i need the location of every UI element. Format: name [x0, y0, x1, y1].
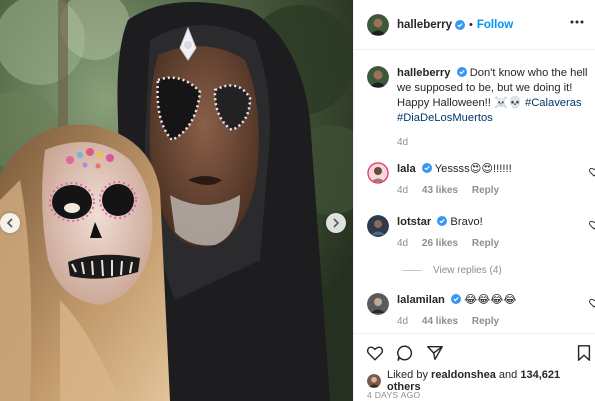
comment-icon[interactable]	[396, 344, 414, 362]
more-options-icon[interactable]	[570, 20, 584, 24]
post-actions-bar: Liked by realdonshea and 134,621 others …	[354, 333, 595, 401]
comment-text: 😂😂😂😂	[464, 294, 517, 306]
heart-icon[interactable]	[589, 167, 595, 177]
comment-likes[interactable]: 44 likes	[422, 316, 458, 327]
header-separator: •	[468, 18, 473, 31]
heart-icon[interactable]	[589, 298, 595, 308]
comment-age: 4d	[397, 185, 409, 196]
verified-badge-icon	[451, 294, 461, 304]
share-icon[interactable]	[426, 344, 444, 362]
post-photo	[0, 0, 353, 401]
view-replies-label: View replies (4)	[433, 265, 502, 276]
caption-username[interactable]: halleberry	[397, 67, 450, 79]
verified-badge-icon	[437, 216, 448, 226]
heart-icon[interactable]	[589, 220, 595, 230]
comment-reply-button[interactable]: Reply	[472, 316, 499, 327]
post-details-panel: halleberry • Follow halleberry Don't kno…	[353, 0, 595, 401]
liked-by-user[interactable]: realdonshea	[431, 369, 496, 381]
heart-icon[interactable]	[366, 344, 384, 362]
comment-text: Bravo!	[450, 216, 483, 228]
comment-age: 4d	[397, 238, 409, 249]
author-avatar[interactable]	[367, 13, 389, 36]
post-header: halleberry • Follow	[354, 0, 595, 50]
post-caption: halleberry Don't know who the hell we su…	[367, 66, 589, 150]
replies-divider	[402, 270, 422, 271]
comment-likes[interactable]: 26 likes	[422, 238, 458, 249]
halloween-photo-illustration	[0, 0, 353, 401]
comment-username[interactable]: lala	[397, 163, 416, 175]
hashtag-link[interactable]: #DiaDeLosMuertos	[397, 112, 493, 124]
previous-photo-button[interactable]	[0, 213, 20, 233]
caption-text-block: halleberry Don't know who the hell we su…	[397, 66, 589, 150]
comment-username[interactable]: lalamilan	[397, 294, 445, 306]
bookmark-icon[interactable]	[575, 344, 593, 362]
chevron-right-icon	[333, 218, 340, 228]
post-date: 4 DAYS AGO	[367, 390, 421, 400]
commenter-avatar[interactable]	[367, 162, 389, 184]
comment-item: lala Yessss😍😍!!!!!! 4d 43 likes Reply	[367, 162, 595, 196]
verified-badge-icon	[456, 67, 467, 77]
commenter-avatar[interactable]	[367, 293, 389, 315]
caption-age: 4d	[397, 137, 409, 148]
follow-button[interactable]: Follow	[477, 19, 513, 31]
liked-by-prefix: Liked by	[387, 369, 428, 381]
comment-likes[interactable]: 43 likes	[422, 185, 458, 196]
hashtag-link[interactable]: #Calaveras	[525, 97, 582, 109]
chevron-left-icon	[6, 218, 13, 228]
verified-badge-icon	[421, 163, 432, 173]
commenter-avatar[interactable]	[367, 215, 389, 237]
liker-avatar[interactable]	[367, 374, 381, 388]
comment-username[interactable]: lotstar	[397, 216, 431, 228]
view-replies-button[interactable]: View replies (4)	[402, 265, 502, 276]
author-username[interactable]: halleberry	[397, 19, 452, 31]
comment-age: 4d	[397, 316, 409, 327]
next-photo-button[interactable]	[326, 213, 346, 233]
comment-reply-button[interactable]: Reply	[472, 185, 499, 196]
liked-by-conjunction: and	[498, 369, 518, 381]
comment-item: lalamilan 😂😂😂😂 4d 44 likes Reply	[367, 293, 595, 327]
comment-reply-button[interactable]: Reply	[472, 238, 499, 249]
caption-author-avatar[interactable]	[367, 66, 389, 88]
comment-item: lotstar Bravo! 4d 26 likes Reply	[367, 215, 595, 249]
verified-badge-icon	[454, 19, 465, 30]
comment-text: Yessss😍😍!!!!!!	[434, 163, 512, 175]
